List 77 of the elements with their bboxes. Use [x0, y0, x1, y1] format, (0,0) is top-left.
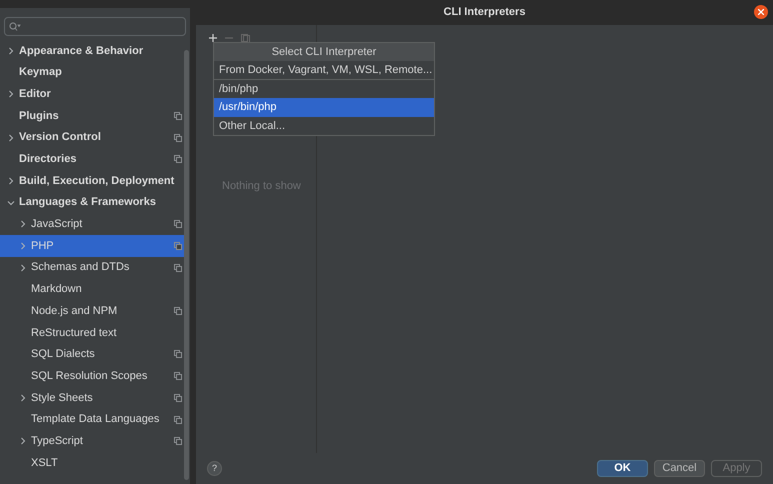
item-label: Plugins: [19, 108, 59, 124]
chevron-right-icon[interactable]: [7, 176, 15, 185]
sidebar-item[interactable]: Node.js and NPM: [0, 300, 186, 322]
item-label: PHP: [31, 238, 54, 254]
sidebar-item[interactable]: Schemas and DTDs: [0, 256, 186, 279]
close-button[interactable]: [754, 5, 768, 19]
menu-item[interactable]: From Docker, Vagrant, VM, WSL, Remote...: [214, 61, 434, 80]
chevron-right-icon[interactable]: [19, 264, 27, 272]
sidebar-item[interactable]: Directories: [0, 148, 186, 170]
sidebar-item[interactable]: ReStructured text: [0, 322, 186, 344]
sidebar-item[interactable]: Template Data Languages: [0, 408, 186, 430]
sidebar-item[interactable]: SQL Dialects: [0, 344, 186, 366]
copy-icon: [174, 155, 182, 164]
copy-icon: [174, 372, 182, 380]
chevron-right-icon[interactable]: [7, 134, 15, 142]
item-label: Editor: [19, 86, 51, 102]
copy-icon: [174, 112, 182, 120]
copy-icon: [174, 264, 182, 272]
menu-item[interactable]: Other Local...: [214, 116, 434, 135]
sidebar-item[interactable]: Plugins: [0, 105, 186, 127]
add-icon[interactable]: [209, 34, 217, 42]
copy-icon: [174, 394, 182, 402]
item-label: JavaScript: [31, 217, 82, 232]
sidebar-item[interactable]: Appearance & Behavior: [0, 40, 186, 62]
chevron-right-icon[interactable]: [19, 394, 27, 402]
chevron-right-icon[interactable]: [19, 437, 27, 446]
sidebar-item[interactable]: Languages & Frameworks: [0, 192, 186, 214]
item-label: XSLT: [31, 456, 58, 471]
dialog-button[interactable]: OK: [597, 460, 648, 477]
item-label: Appearance & Behavior: [19, 44, 144, 59]
item-label: Markdown: [31, 282, 82, 298]
chevron-right-icon[interactable]: [7, 90, 15, 98]
item-label: Template Data Languages: [31, 412, 160, 428]
menu-item[interactable]: /usr/bin/php: [214, 98, 434, 116]
chevron-right-icon[interactable]: [19, 242, 27, 250]
sidebar-item[interactable]: Version Control: [0, 126, 186, 148]
item-label: SQL Resolution Scopes: [31, 368, 148, 384]
item-label: TypeScript: [31, 434, 83, 449]
item-label: Node.js and NPM: [31, 304, 118, 319]
copy-icon: [174, 307, 182, 316]
sidebar-item[interactable]: SQL Resolution Scopes: [0, 365, 186, 387]
item-label: Keymap: [19, 65, 62, 80]
copy-icon: [174, 242, 182, 250]
close-icon: [758, 9, 764, 15]
chevron-right-icon[interactable]: [19, 220, 27, 228]
chevron-down-icon[interactable]: [7, 198, 15, 207]
item-label: ReStructured text: [31, 326, 117, 341]
item-label: Directories: [19, 152, 76, 168]
search-icon: [9, 22, 21, 31]
sidebar-item[interactable]: XSLT: [0, 452, 186, 474]
item-label: Build, Execution, Deployment: [19, 174, 174, 189]
help-button[interactable]: ?: [207, 461, 222, 476]
copy-icon: [174, 220, 182, 228]
item-label: Schemas and DTDs: [31, 260, 130, 276]
item-label: Version Control: [19, 130, 101, 146]
copy-icon: [174, 437, 182, 446]
item-label: Style Sheets: [31, 390, 93, 406]
item-label: SQL Dialects: [31, 347, 95, 362]
sidebar-item[interactable]: Markdown: [0, 278, 186, 300]
sidebar-item[interactable]: Editor: [0, 83, 186, 106]
menu-item[interactable]: /bin/php: [214, 80, 434, 98]
sidebar-item[interactable]: Keymap: [0, 62, 186, 84]
sidebar-item[interactable]: JavaScript: [0, 214, 186, 236]
search-field[interactable]: [4, 17, 186, 36]
copy-icon: [174, 134, 182, 142]
scrollbar[interactable]: [184, 50, 189, 480]
copy-icon: [174, 350, 182, 358]
sidebar-item[interactable]: PHP: [0, 235, 186, 257]
popup-title: Select CLI Interpreter: [214, 43, 434, 61]
copy-icon: [174, 416, 182, 424]
chevron-right-icon[interactable]: [7, 46, 15, 55]
window-title: CLI Interpreters: [444, 5, 526, 20]
item-label: Languages & Frameworks: [19, 195, 156, 210]
dialog-button[interactable]: Cancel: [654, 460, 705, 477]
sidebar-item[interactable]: Style Sheets: [0, 387, 186, 409]
sidebar-item[interactable]: Build, Execution, Deployment: [0, 170, 186, 192]
sidebar-item[interactable]: TypeScript: [0, 430, 186, 452]
